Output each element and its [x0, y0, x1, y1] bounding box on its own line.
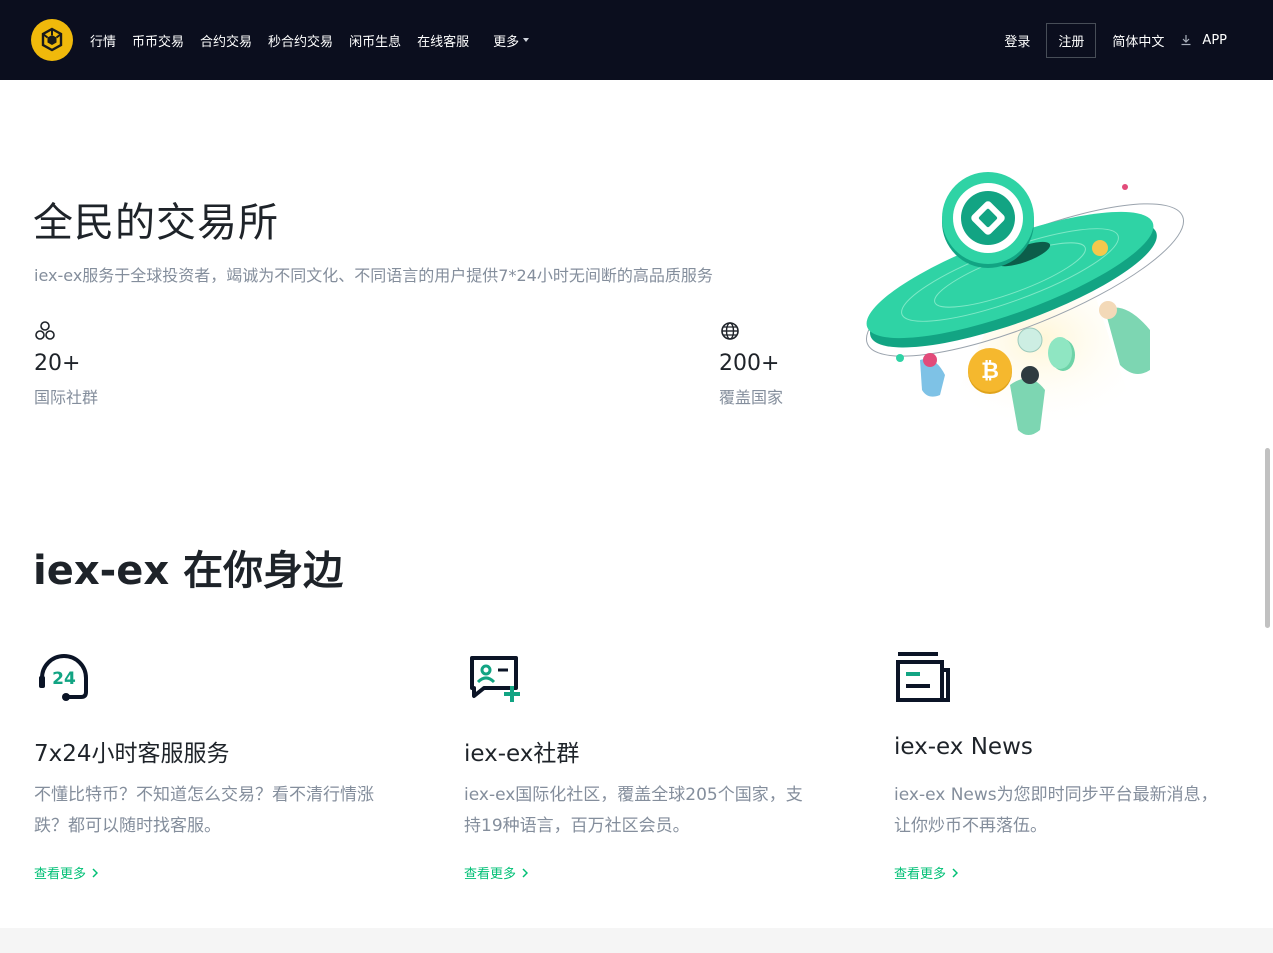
nav-item-futures-trading[interactable]: 合约交易	[200, 31, 252, 50]
logo[interactable]	[31, 19, 73, 61]
main-menu: 行情 币币交易 合约交易 秒合约交易 闲币生息 在线客服 更多	[90, 0, 545, 80]
news-icon	[896, 652, 950, 702]
app-label: APP	[1202, 32, 1227, 48]
community-icon	[35, 321, 55, 340]
feature-card-news: iex-ex News iex-ex News为您即时同步平台最新消息，让你炒币…	[894, 648, 1254, 882]
stat-communities: 20+ 国际社群	[34, 320, 98, 408]
card-description: iex-ex国际化社区，覆盖全球205个国家，支持19种语言，百万社区会员。	[464, 785, 803, 836]
logo-icon	[41, 27, 63, 52]
coin-small	[1017, 327, 1043, 353]
nav-item-second-contract[interactable]: 秒合约交易	[268, 31, 333, 50]
orbit-planet	[1092, 240, 1108, 256]
chevron-right-icon	[92, 867, 99, 878]
language-selector[interactable]: 简体中文	[1112, 31, 1164, 50]
login-link[interactable]: 登录	[1004, 31, 1030, 50]
download-icon	[1181, 35, 1191, 46]
view-more-link[interactable]: 查看更多	[34, 863, 99, 882]
view-more-label: 查看更多	[464, 867, 517, 882]
page-scrollbar[interactable]	[1265, 448, 1270, 628]
hero-subtitle: iex-ex服务于全球投资者，竭诚为不同文化、不同语言的用户提供7*24小时无间…	[34, 266, 713, 285]
hero-illustration: ₿	[865, 172, 1185, 435]
card-title: iex-ex News	[894, 734, 1033, 760]
platform-logo	[942, 172, 1034, 268]
view-more-link[interactable]: 查看更多	[894, 863, 959, 882]
card-title: 7x24小时客服服务	[34, 741, 230, 767]
nav-item-support[interactable]: 在线客服	[417, 31, 469, 50]
svg-text:24: 24	[52, 669, 76, 689]
stat-countries: 200+ 覆盖国家	[719, 320, 783, 408]
app-download-link[interactable]: APP	[1180, 33, 1227, 48]
globe-icon	[721, 322, 739, 340]
nav-item-market[interactable]: 行情	[90, 31, 116, 50]
stat-label: 覆盖国家	[719, 388, 784, 407]
stat-label: 国际社群	[34, 388, 99, 407]
stat-value: 200+	[719, 351, 780, 376]
card-description: 不懂比特币？不知道怎么交易？看不清行情涨跌？都可以随时找客服。	[34, 785, 374, 836]
feature-card-support: 24 7x24小时客服服务 不懂比特币？不知道怎么交易？看不清行情涨跌？都可以随…	[34, 648, 394, 882]
nav-more-label: 更多	[493, 34, 520, 50]
top-nav: 行情 币币交易 合约交易 秒合约交易 闲币生息 在线客服 更多 登录 注册 简体…	[0, 0, 1273, 80]
view-more-link[interactable]: 查看更多	[464, 863, 529, 882]
feature-card-community: iex-ex社群 iex-ex国际化社区，覆盖全球205个国家，支持19种语言，…	[464, 648, 824, 882]
nav-actions: 登录 注册 简体中文 APP	[1004, 0, 1227, 80]
chevron-right-icon	[522, 867, 529, 878]
chevron-right-icon	[952, 867, 959, 878]
section-title: iex-ex 在你身边	[33, 548, 344, 594]
support-24h-icon: 24	[39, 654, 88, 701]
community-chat-icon	[470, 656, 520, 702]
nav-item-spot-trading[interactable]: 币币交易	[132, 31, 184, 50]
card-description: iex-ex News为您即时同步平台最新消息，让你炒币不再落伍。	[894, 785, 1218, 836]
caret-down-icon	[523, 38, 530, 42]
stat-value: 20+	[34, 351, 81, 376]
register-button[interactable]: 注册	[1046, 22, 1097, 58]
card-title: iex-ex社群	[464, 741, 580, 767]
nav-item-earn[interactable]: 闲币生息	[349, 31, 401, 50]
svg-text:₿: ₿	[981, 359, 999, 384]
view-more-label: 查看更多	[34, 867, 87, 882]
hero-title: 全民的交易所	[33, 200, 279, 246]
footer-band	[0, 928, 1273, 953]
nav-more-dropdown[interactable]: 更多	[493, 31, 530, 50]
view-more-label: 查看更多	[894, 867, 947, 882]
